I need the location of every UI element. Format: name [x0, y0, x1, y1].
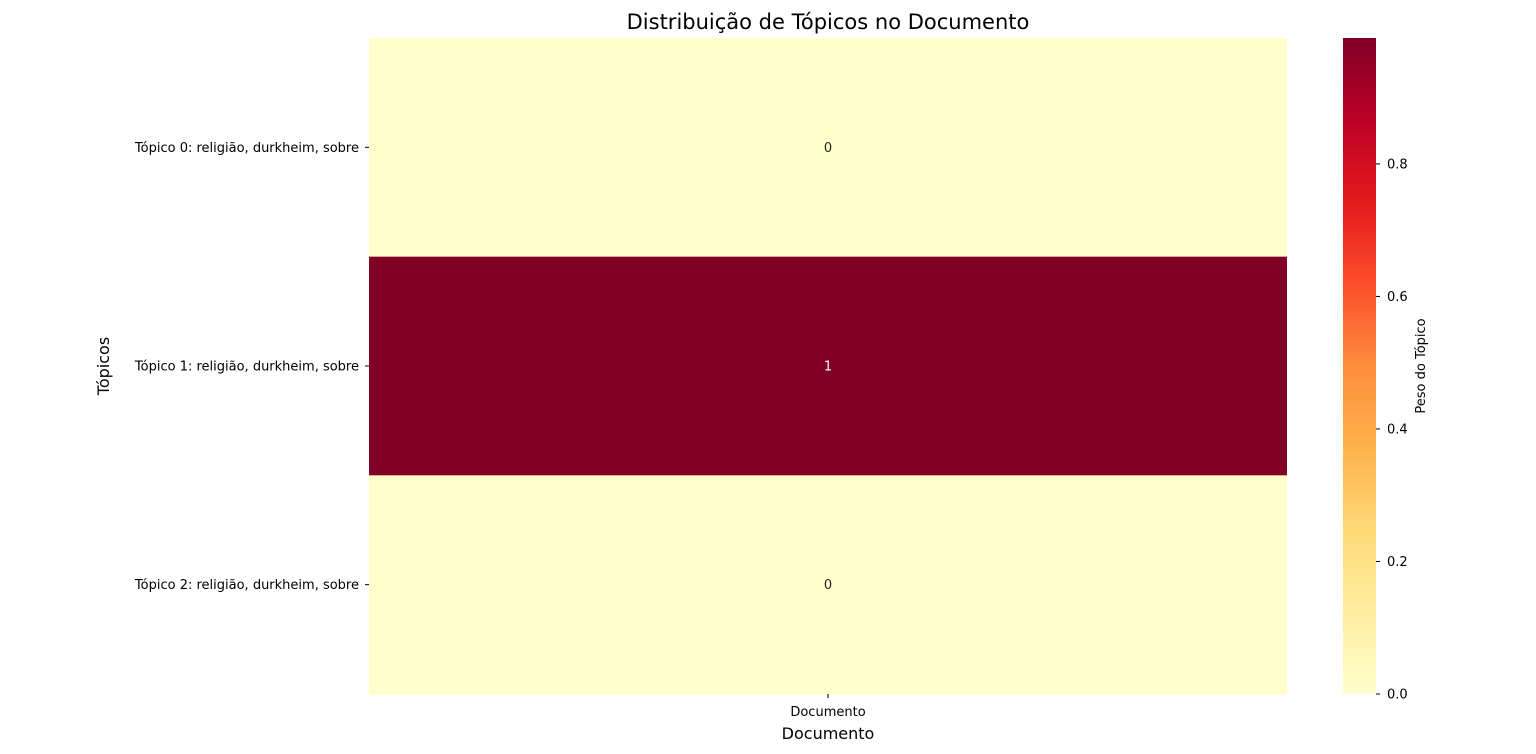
colorbar-tick-label: 0.0	[1387, 688, 1408, 703]
cell-annotation: 1	[824, 360, 832, 375]
chart-title: Distribuição de Tópicos no Documento	[627, 10, 1030, 34]
cell-annotation: 0	[824, 141, 832, 156]
colorbar-tick-label: 0.4	[1387, 422, 1408, 437]
y-axis-ticks: Tópico 0: religião, durkheim, sobre Tópic…	[134, 141, 369, 593]
colorbar-tick-label: 0.6	[1387, 290, 1408, 305]
y-axis-label: Tópicos	[94, 337, 113, 396]
x-tick-label: Documento	[790, 705, 865, 720]
y-tick-label: Tópico 0: religião, durkheim, sobre	[134, 141, 359, 156]
colorbar-tick-label: 0.2	[1387, 555, 1408, 570]
colorbar-label: Peso do Tópico	[1414, 318, 1429, 413]
colorbar	[1343, 38, 1376, 694]
y-tick-label: Tópico 2: religião, durkheim, sobre	[134, 578, 359, 593]
colorbar-ticks: 0.0 0.2 0.4 0.6 0.8	[1376, 157, 1408, 703]
colorbar-tick-label: 0.8	[1387, 157, 1408, 172]
heatmap-chart: Distribuição de Tópicos no Documento 0 1 0…	[94, 10, 1429, 743]
cell-annotation: 0	[824, 578, 832, 593]
x-axis-label: Documento	[782, 724, 875, 743]
x-axis-ticks: Documento	[790, 694, 866, 720]
y-tick-label: Tópico 1: religião, durkheim, sobre	[134, 360, 359, 375]
